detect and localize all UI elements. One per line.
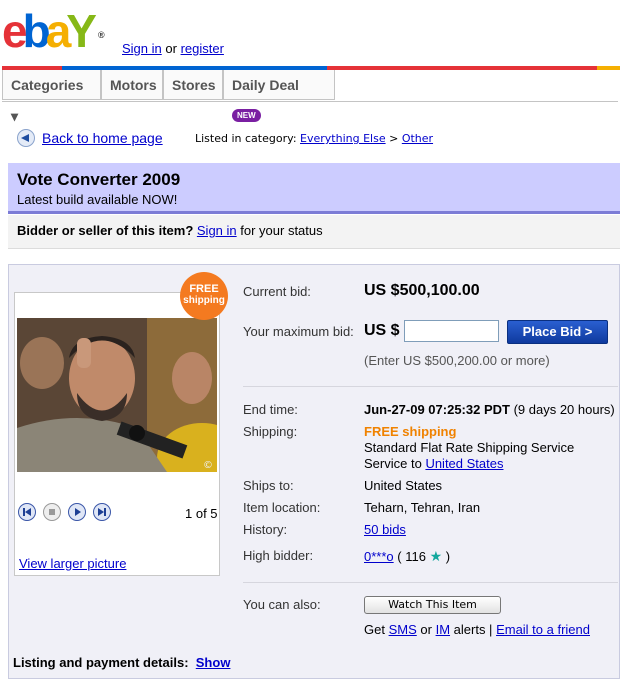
register-link[interactable]: register	[181, 41, 224, 56]
bid-history-link[interactable]: 50 bids	[364, 522, 406, 537]
item-photo[interactable]: ©	[17, 318, 217, 472]
stop-slideshow-icon[interactable]	[43, 503, 61, 521]
free-shipping-badge: FREE shipping	[180, 272, 228, 320]
sms-link[interactable]: SMS	[389, 622, 417, 637]
back-arrow-icon[interactable]	[17, 129, 35, 147]
you-can-also-label: You can also:	[243, 597, 321, 612]
play-slideshow-icon[interactable]	[68, 503, 86, 521]
next-image-icon[interactable]	[93, 503, 111, 521]
svg-text:©: ©	[203, 460, 213, 471]
place-bid-button[interactable]: Place Bid >	[507, 320, 608, 344]
im-link[interactable]: IM	[436, 622, 450, 637]
bid-hint: (Enter US $500,200.00 or more)	[364, 353, 550, 368]
tab-stores[interactable]: Stores	[163, 70, 223, 100]
service-to: Service to United States	[364, 456, 504, 471]
ships-to-value: United States	[364, 478, 443, 493]
high-bidder-value: 0***o ( 116 ★ )	[364, 548, 451, 564]
tab-categories[interactable]: Categories ▾	[2, 70, 101, 124]
current-bid-value: US $500,100.00	[364, 282, 480, 299]
bidder-status: Bidder or seller of this item? Sign in f…	[17, 223, 323, 238]
end-time-label: End time:	[243, 402, 298, 417]
ships-to-label: Ships to:	[243, 478, 294, 493]
sign-in-link[interactable]: Sign in	[122, 41, 162, 56]
image-page-count: 1 of 5	[185, 506, 218, 521]
free-shipping-text: FREE shipping	[364, 424, 457, 439]
ebay-logo[interactable]: ebaY ®	[2, 6, 105, 56]
shipping-service: Standard Flat Rate Shipping Service	[364, 440, 575, 455]
email-friend-link[interactable]: Email to a friend	[496, 622, 590, 637]
tab-motors[interactable]: Motors	[101, 70, 163, 100]
daily-deal-label: Daily Deal	[232, 77, 299, 93]
item-location-label: Item location:	[243, 500, 321, 515]
divider	[243, 386, 618, 387]
max-bid-input[interactable]	[404, 320, 499, 342]
status-sign-in-link[interactable]: Sign in	[197, 223, 237, 238]
max-bid-label: Your maximum bid:	[243, 324, 354, 339]
previous-image-icon[interactable]	[18, 503, 36, 521]
view-larger-picture-link[interactable]: View larger picture	[19, 556, 126, 571]
title-underline	[8, 211, 620, 214]
sign-in-register: Sign in or register	[122, 41, 224, 56]
item-location-value: Teharn, Tehran, Iran	[364, 500, 481, 515]
alerts-row: Get SMS or IM alerts | Email to a friend	[364, 622, 590, 637]
item-photo-image: ©	[17, 318, 217, 472]
tab-daily-deal[interactable]: Daily Deal NEW	[223, 70, 335, 122]
subcategory-link[interactable]: Other	[402, 132, 433, 145]
nav-bar: Categories ▾ Motors Stores Daily Deal NE…	[2, 70, 618, 124]
feedback-star-icon[interactable]: ★	[430, 548, 443, 564]
end-time-value: Jun-27-09 07:25:32 PDT (9 days 20 hours)	[364, 402, 615, 417]
divider	[243, 582, 618, 583]
current-bid-label: Current bid:	[243, 284, 311, 299]
new-badge: NEW	[232, 108, 261, 122]
history-label: History:	[243, 522, 288, 537]
item-subtitle: Latest build available NOW!	[17, 192, 178, 207]
high-bidder-label: High bidder:	[243, 548, 314, 563]
category-link[interactable]: Everything Else	[300, 132, 386, 145]
currency-label: US $	[364, 322, 400, 339]
high-bidder-link[interactable]: 0***o	[364, 549, 394, 564]
listing-details: Listing and payment details: Show	[13, 655, 231, 670]
shipping-label: Shipping:	[243, 424, 298, 439]
show-listing-link[interactable]: Show	[196, 655, 231, 670]
back-to-home-link[interactable]: Back to home page	[42, 130, 163, 146]
watch-item-button[interactable]: Watch This Item	[364, 596, 501, 614]
service-country-link[interactable]: United States	[425, 456, 503, 471]
item-title: Vote Converter 2009	[17, 170, 181, 189]
breadcrumb: Listed in category: Everything Else > Ot…	[195, 132, 434, 145]
